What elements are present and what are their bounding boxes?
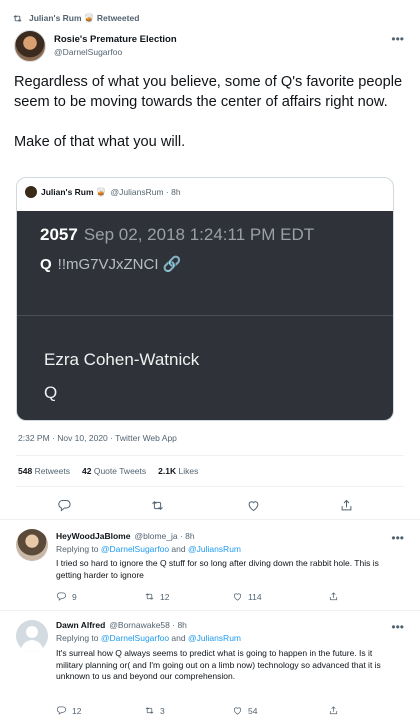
retweet-count: 12 — [160, 591, 170, 602]
replying-to-prefix: Replying to — [56, 544, 101, 554]
avatar[interactable] — [16, 529, 48, 561]
likes-label: Likes — [178, 466, 199, 476]
like-count: 54 — [248, 705, 258, 716]
retweet-icon — [151, 500, 163, 510]
mention-link[interactable]: @JuliansRum — [188, 633, 241, 643]
post-name-line: Ezra Cohen-Watnick — [44, 350, 200, 369]
more-icon[interactable]: ••• — [391, 33, 404, 45]
reply-author-name[interactable]: HeyWoodJaBlome — [56, 531, 130, 541]
like-button[interactable] — [243, 495, 263, 515]
retweet-button[interactable]: 12 — [144, 591, 169, 602]
quote-author-name[interactable]: Julian's Rum 🥃 — [41, 187, 107, 198]
reply-text: I tried so hard to ignore the Q stuff fo… — [56, 558, 379, 580]
retweet-icon — [145, 707, 154, 714]
quotes-stat[interactable]: 42 Quote Tweets — [82, 466, 146, 476]
mention-link[interactable]: @DarnelSugarfoo — [101, 544, 169, 554]
tweet-author[interactable]: Rosie's Premature Election @DarnelSugarf… — [14, 30, 177, 62]
retweeted-by-label: Julian's Rum 🥃 Retweeted — [29, 12, 140, 23]
quotes-label: Quote Tweets — [93, 466, 147, 476]
share-button[interactable] — [328, 591, 339, 602]
tweet-timestamp[interactable]: 2:32 PM · Nov 10, 2020 · Twitter Web App — [18, 433, 177, 443]
reply-icon — [56, 592, 66, 601]
reply-actions: 9 12 114 — [56, 591, 356, 605]
retweet-icon — [13, 14, 22, 22]
retweet-count: 3 — [160, 705, 165, 716]
share-button[interactable] — [336, 495, 356, 515]
post-date: Sep 02, 2018 1:24:11 PM EDT — [83, 225, 315, 244]
heart-icon — [233, 707, 242, 715]
image-divider — [17, 315, 393, 316]
tweet-actions — [0, 495, 420, 517]
quoted-tweet[interactable]: Julian's Rum 🥃 @JuliansRum · 8h 2057 Sep … — [16, 177, 394, 421]
tweet-text: Regardless of what you believe, some of … — [14, 74, 403, 150]
replying-to: Replying to @DarnelSugarfoo and @Julians… — [56, 633, 241, 643]
retweet-button[interactable]: 3 — [144, 705, 165, 716]
like-count: 114 — [248, 591, 262, 602]
reply-handle-time: @Bornawake58 · 8h — [109, 620, 187, 630]
reply-header: HeyWoodJaBlome @blome_ja · 8h — [56, 531, 195, 541]
share-icon — [329, 706, 338, 715]
heart-icon — [233, 593, 242, 601]
reply-button[interactable]: 12 — [56, 705, 81, 716]
reply-author-name[interactable]: Dawn Alfred — [56, 620, 105, 630]
mention-link[interactable]: @DarnelSugarfoo — [101, 633, 169, 643]
retweets-label: Retweets — [34, 466, 70, 476]
likes-stat[interactable]: 2.1K Likes — [158, 466, 198, 476]
retweet-context[interactable]: Julian's Rum 🥃 Retweeted — [12, 11, 139, 25]
retweet-icon — [145, 593, 154, 600]
avatar[interactable] — [16, 620, 48, 652]
mention-link[interactable]: @JuliansRum — [188, 544, 241, 554]
replying-to-and: and — [169, 544, 188, 554]
share-button[interactable] — [328, 705, 339, 716]
quoted-tweet-header: Julian's Rum 🥃 @JuliansRum · 8h — [17, 178, 393, 206]
reply-count: 9 — [72, 591, 77, 602]
likes-count: 2.1K — [158, 466, 177, 476]
q-label: Q — [40, 256, 52, 273]
tripcode-line: Q !!mG7VJxZNCI 🔗 — [40, 255, 181, 273]
quoted-image[interactable]: 2057 Sep 02, 2018 1:24:11 PM EDT Q !!mG7VJ… — [17, 211, 393, 420]
author-display-name[interactable]: Rosie's Premature Election — [54, 34, 177, 46]
reply-tweet[interactable]: HeyWoodJaBlome @blome_ja · 8h ••• Replyi… — [0, 520, 420, 610]
post-number: 2057 — [40, 225, 78, 244]
share-icon — [329, 592, 338, 601]
reply-icon — [56, 706, 66, 715]
heart-icon — [248, 500, 258, 511]
share-icon — [341, 499, 351, 510]
post-header-line: 2057 Sep 02, 2018 1:24:11 PM EDT — [40, 225, 314, 245]
reply-text: It's surreal how Q always seems to predi… — [56, 648, 381, 681]
divider — [16, 455, 404, 456]
more-icon[interactable]: ••• — [391, 621, 404, 633]
like-button[interactable]: 54 — [232, 705, 257, 716]
divider — [16, 486, 404, 487]
replying-to-and: and — [169, 633, 188, 643]
quotes-count: 42 — [82, 466, 92, 476]
reply-button[interactable] — [54, 495, 74, 515]
avatar[interactable] — [14, 30, 46, 62]
reply-tweet[interactable]: Dawn Alfred @Bornawake58 · 8h ••• Replyi… — [0, 611, 420, 724]
reply-count: 12 — [72, 705, 82, 716]
post-signature: Q — [44, 383, 58, 402]
retweet-button[interactable] — [147, 495, 167, 515]
reply-actions: 12 3 54 — [56, 705, 356, 719]
reply-header: Dawn Alfred @Bornawake58 · 8h — [56, 620, 187, 630]
tweet-stats: 548 Retweets 42 Quote Tweets 2.1K Likes — [18, 466, 198, 476]
retweets-count: 548 — [18, 466, 33, 476]
replying-to-prefix: Replying to — [56, 633, 101, 643]
replying-to: Replying to @DarnelSugarfoo and @Julians… — [56, 544, 241, 554]
retweets-stat[interactable]: 548 Retweets — [18, 466, 70, 476]
reply-icon — [57, 499, 71, 512]
author-handle[interactable]: @DarnelSugarfoo — [54, 46, 177, 58]
quote-avatar[interactable] — [25, 186, 37, 198]
tripcode: !!mG7VJxZNCI — [57, 256, 159, 273]
more-icon[interactable]: ••• — [391, 532, 404, 544]
reply-handle-time: @blome_ja · 8h — [134, 531, 195, 541]
reply-button[interactable]: 9 — [56, 591, 77, 602]
like-button[interactable]: 114 — [232, 591, 262, 602]
quote-handle-time: @JuliansRum · 8h — [110, 187, 181, 197]
link-icon: 🔗 — [162, 256, 182, 273]
